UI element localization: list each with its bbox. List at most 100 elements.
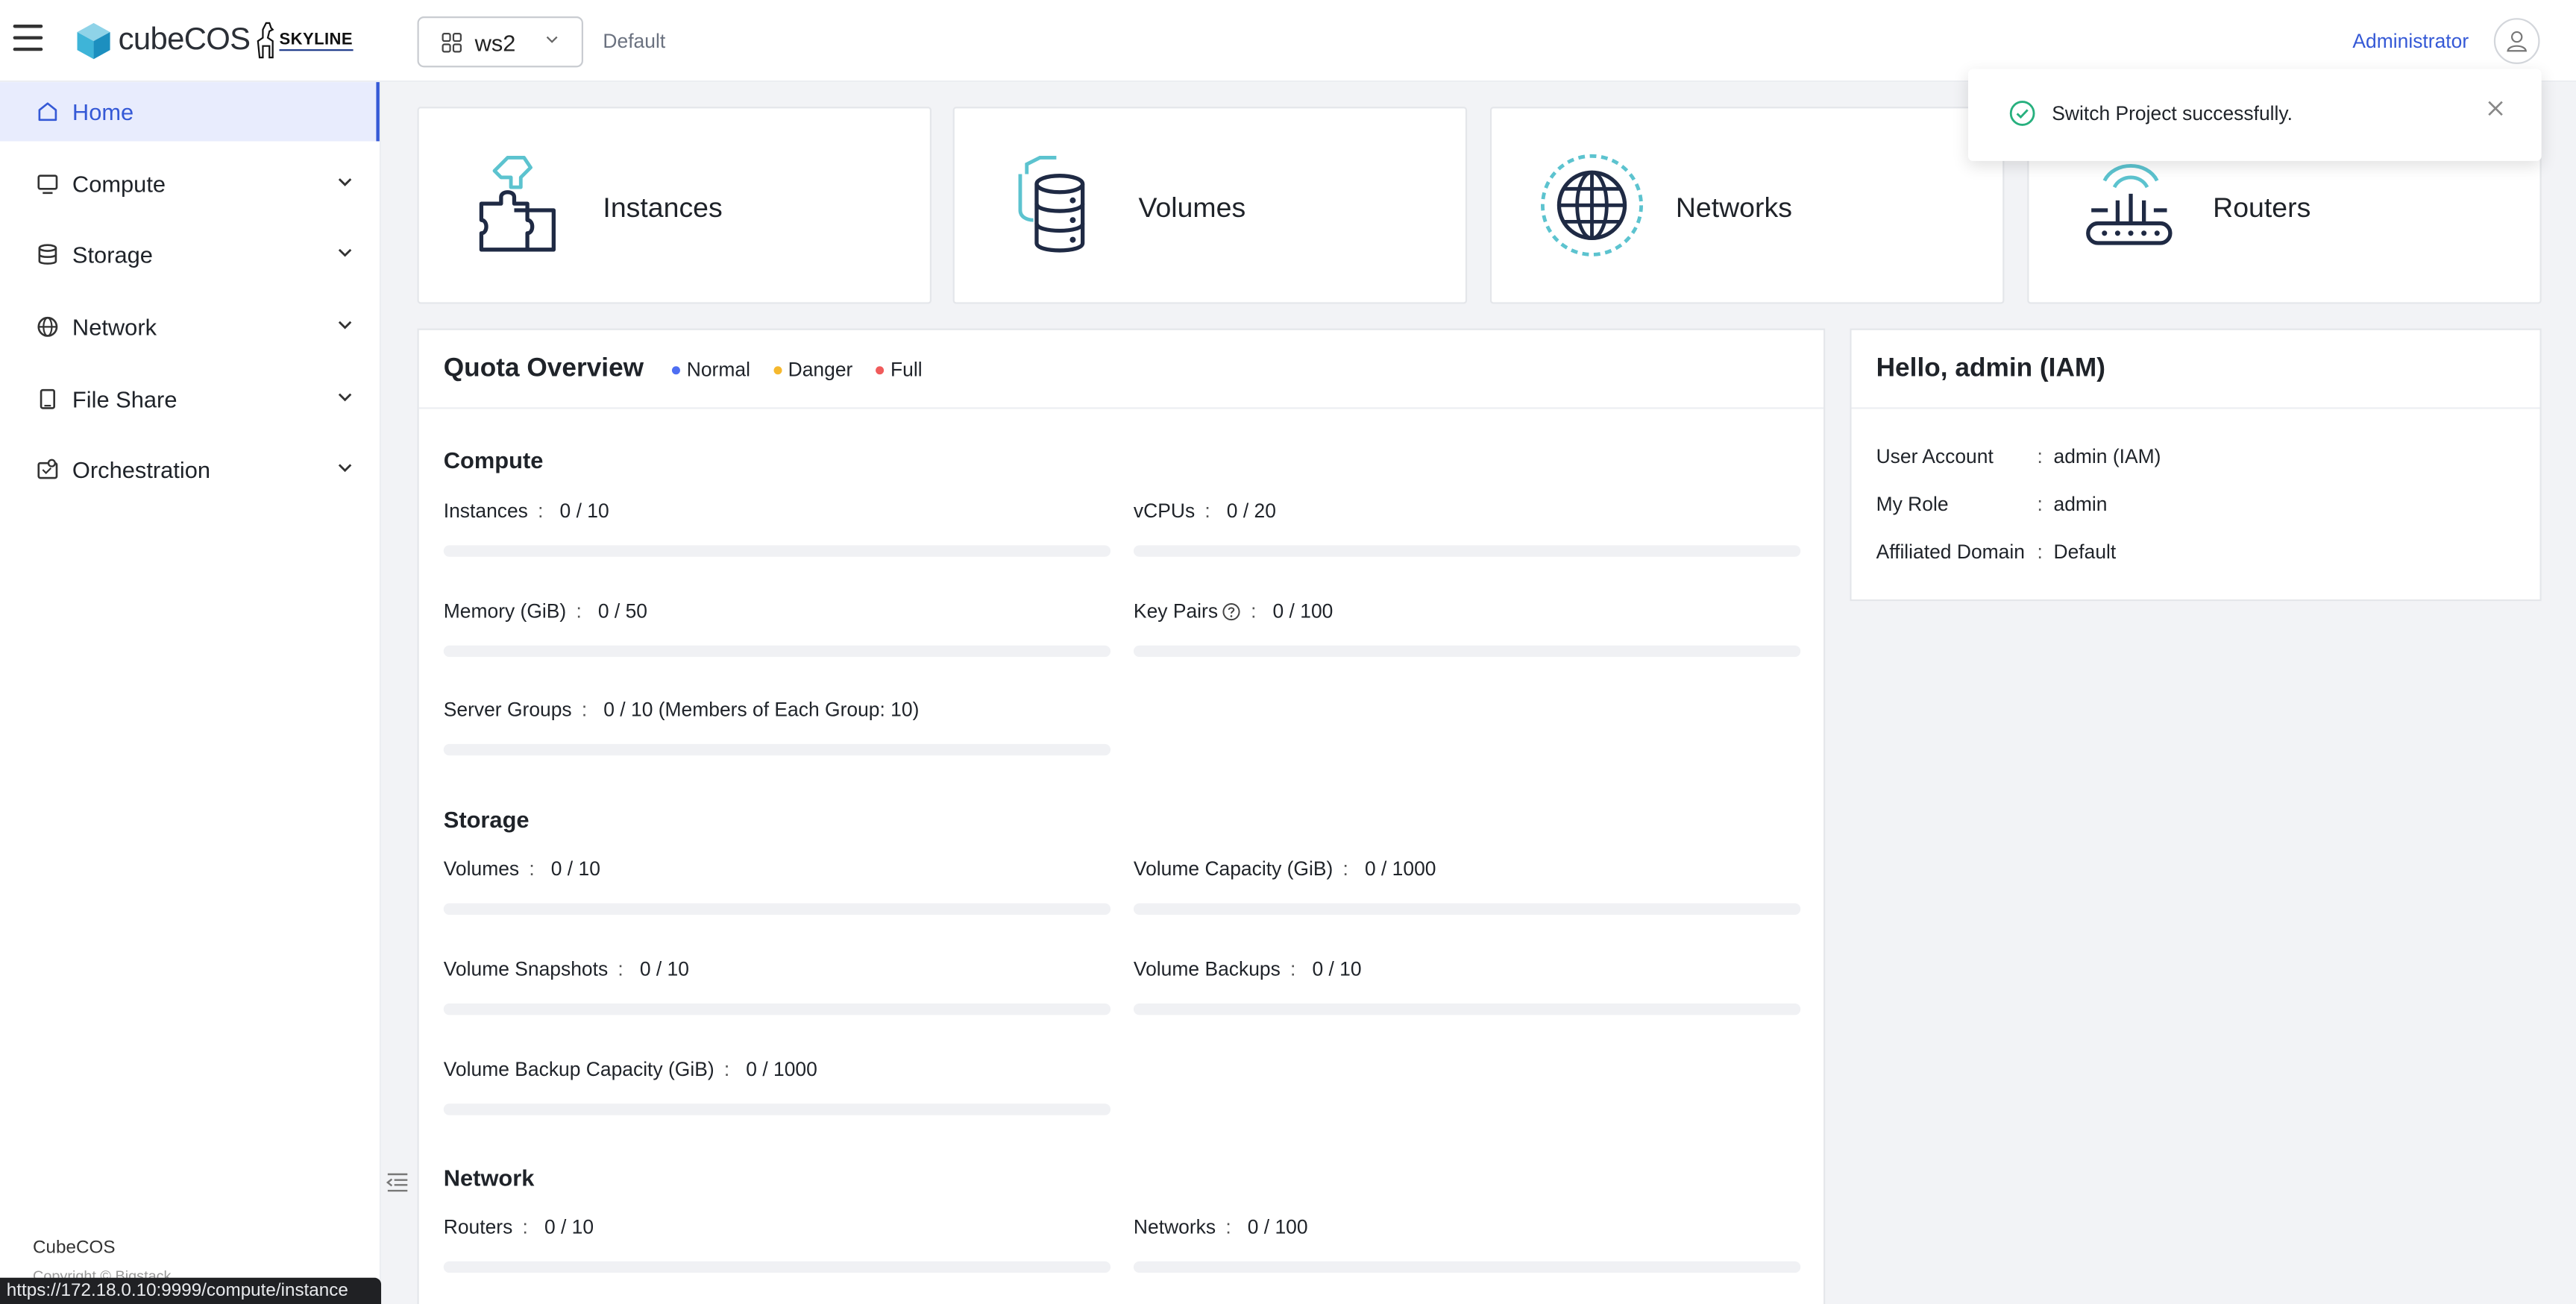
quota-item-server-groups: Server Groups:0 / 10 (Members of Each Gr… <box>443 698 1111 756</box>
sidebar-item-label: Compute <box>72 170 166 197</box>
info-value: Default <box>2053 540 2117 564</box>
project-selector[interactable]: ws2 <box>417 16 583 68</box>
database-icon <box>36 244 59 267</box>
legend-dot <box>671 365 680 374</box>
quota-item-memory: Memory (GiB):0 / 50 <box>443 599 1111 658</box>
sidebar-item-label: Storage <box>72 242 153 268</box>
sidebar-item-file-share[interactable]: File Share <box>0 369 380 428</box>
skyline-text: SKYLINE <box>279 31 354 51</box>
user-icon <box>2507 31 2528 52</box>
sidebar-item-orchestration[interactable]: Orchestration <box>0 441 380 500</box>
quota-label: Volume Backups <box>1133 957 1281 981</box>
cubecos-logo[interactable]: cubeCOS <box>75 22 251 61</box>
quota-title: Quota Overview <box>443 354 644 383</box>
quota-progress-bar <box>443 1003 1111 1015</box>
hello-title: Hello, admin (IAM) <box>1876 354 2106 383</box>
quota-progress-bar <box>443 903 1111 915</box>
close-icon[interactable] <box>2487 100 2504 116</box>
quota-label: Volume Backup Capacity (GiB) <box>443 1057 714 1081</box>
skyline-logo: SKYLINE <box>253 22 354 61</box>
quota-progress-bar <box>1133 645 1801 658</box>
quota-label: Volumes <box>443 857 520 881</box>
sidebar-item-label: File Share <box>72 385 178 412</box>
quota-item-volume-snapshots: Volume Snapshots:0 / 10 <box>443 957 1111 1015</box>
volumes-card[interactable]: Volumes <box>952 107 1468 304</box>
quota-value: 0 / 10 <box>639 957 689 981</box>
quota-value: 0 / 20 <box>1226 499 1276 523</box>
legend-full: Full <box>876 358 923 382</box>
sidebar-item-compute[interactable]: Compute <box>0 154 380 212</box>
quota-item-vcpus: vCPUs:0 / 20 <box>1133 499 1801 557</box>
quota-label: Volume Snapshots <box>443 957 609 981</box>
quota-value: 0 / 10 <box>559 499 609 523</box>
info-value: admin (IAM) <box>2053 444 2161 468</box>
quota-label: Server Groups <box>443 698 572 722</box>
quota-label: Routers <box>443 1215 513 1238</box>
quota-progress-bar <box>1133 545 1801 557</box>
info-key: User Account <box>1876 444 1994 468</box>
globe-icon <box>36 315 59 338</box>
domain-label: Default <box>603 29 666 53</box>
project-name: ws2 <box>474 28 516 55</box>
instances-card[interactable]: Instances <box>417 107 932 304</box>
chevron-down-icon <box>338 177 352 186</box>
card-label: Instances <box>603 192 723 224</box>
sidebar-item-label: Home <box>72 98 134 125</box>
quota-item-volume-backup-capacity: Volume Backup Capacity (GiB):0 / 1000 <box>443 1057 1111 1115</box>
quota-value: 0 / 10 <box>1312 957 1362 981</box>
quota-item-volume-capacity: Volume Capacity (GiB):0 / 1000 <box>1133 857 1801 915</box>
llama-icon <box>257 22 274 59</box>
quota-label: Networks <box>1133 1215 1216 1238</box>
section-title-storage: Storage <box>443 806 530 833</box>
quota-header: Quota Overview Normal Danger Full <box>418 330 1824 409</box>
quota-legend: Normal Danger Full <box>671 358 945 382</box>
logo-text: cubeCOS <box>118 22 251 58</box>
quota-label: Instances <box>443 499 528 523</box>
footer-brand: CubeCOS <box>33 1238 116 1259</box>
file-icon <box>36 387 59 410</box>
administrator-link[interactable]: Administrator <box>2352 30 2469 53</box>
quota-item-networks: Networks:0 / 100 <box>1133 1215 1801 1273</box>
user-avatar[interactable] <box>2493 18 2540 64</box>
card-label: Networks <box>1675 192 1792 224</box>
sidebar-item-home[interactable]: Home <box>0 82 380 142</box>
quota-progress-bar <box>443 545 1111 557</box>
chevron-down-icon <box>338 393 352 401</box>
check-circle-icon <box>2009 101 2035 126</box>
collapse-sidebar-icon[interactable] <box>386 1171 409 1201</box>
legend-label: Normal <box>686 358 750 382</box>
network-globe-icon <box>1541 154 1644 256</box>
menu-icon[interactable] <box>13 25 43 57</box>
orchestration-icon <box>36 459 59 482</box>
toast-message: Switch Project successfully. <box>2052 101 2293 125</box>
quota-value: 0 / 10 (Members of Each Group: 10) <box>603 698 920 722</box>
grid-apps-icon <box>442 31 462 52</box>
quota-progress-bar <box>443 1103 1111 1115</box>
quota-value: 0 / 100 <box>1272 599 1333 623</box>
help-icon[interactable] <box>1223 602 1241 620</box>
sidebar-item-label: Network <box>72 313 157 341</box>
info-row-my-role: My Role: admin <box>1876 492 2108 516</box>
quota-label: vCPUs <box>1133 499 1196 523</box>
legend-normal: Normal <box>671 358 750 382</box>
legend-dot <box>876 365 885 374</box>
sidebar-item-network[interactable]: Network <box>0 297 380 356</box>
chevron-down-icon <box>338 321 352 330</box>
quota-item-volumes: Volumes:0 / 10 <box>443 857 1111 915</box>
quota-progress-bar <box>1133 1261 1801 1273</box>
info-value: admin <box>2053 492 2108 516</box>
quota-label: Key Pairs <box>1133 599 1219 623</box>
chevron-down-icon <box>338 464 352 473</box>
link-status-bar: https://172.18.0.10:9999/compute/instanc… <box>0 1277 382 1304</box>
info-row-user-account: User Account: admin (IAM) <box>1876 444 2161 468</box>
sidebar-item-storage[interactable]: Storage <box>0 226 380 285</box>
quota-item-instances: Instances:0 / 10 <box>443 499 1111 557</box>
quota-value: 0 / 100 <box>1247 1215 1308 1238</box>
quota-item-routers: Routers:0 / 10 <box>443 1215 1111 1273</box>
networks-card[interactable]: Networks <box>1489 107 2005 304</box>
info-row-affiliated-domain: Affiliated Domain: Default <box>1876 540 2117 564</box>
chevron-down-icon <box>546 36 558 43</box>
legend-label: Full <box>890 358 923 382</box>
quota-item-key-pairs: Key Pairs :0 / 100 <box>1133 599 1801 658</box>
monitor-icon <box>36 172 59 195</box>
